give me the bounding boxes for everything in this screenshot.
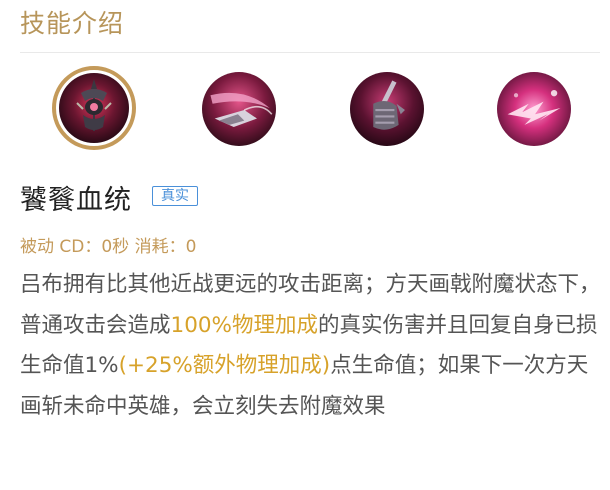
section-title: 技能介绍 [20, 9, 125, 38]
burst-skill-icon [497, 72, 571, 146]
skill-4-button[interactable] [497, 72, 571, 146]
slash-skill-icon [202, 72, 276, 146]
skill-icon-row [0, 66, 610, 156]
gauntlet-skill-icon [350, 72, 424, 146]
damage-type-badge: 真实 [152, 186, 198, 206]
skill-3-button[interactable] [350, 72, 424, 146]
halberd-skill-icon [59, 73, 129, 143]
skill-meta: 被动 CD：0秒 消耗：0 [20, 237, 197, 257]
skill-name: 饕餮血统 [20, 185, 132, 216]
skill-2-button[interactable] [202, 72, 276, 146]
divider [20, 52, 600, 53]
skill-description: 吕布拥有比其他近战更远的攻击距离；方天画戟附魔状态下，普通攻击会造成100%物理… [20, 265, 605, 427]
desc-highlight-1: 100%物理加成 [170, 312, 318, 338]
desc-highlight-2: (+25%额外物理加成) [118, 353, 331, 378]
skill-1-button[interactable] [52, 66, 136, 150]
